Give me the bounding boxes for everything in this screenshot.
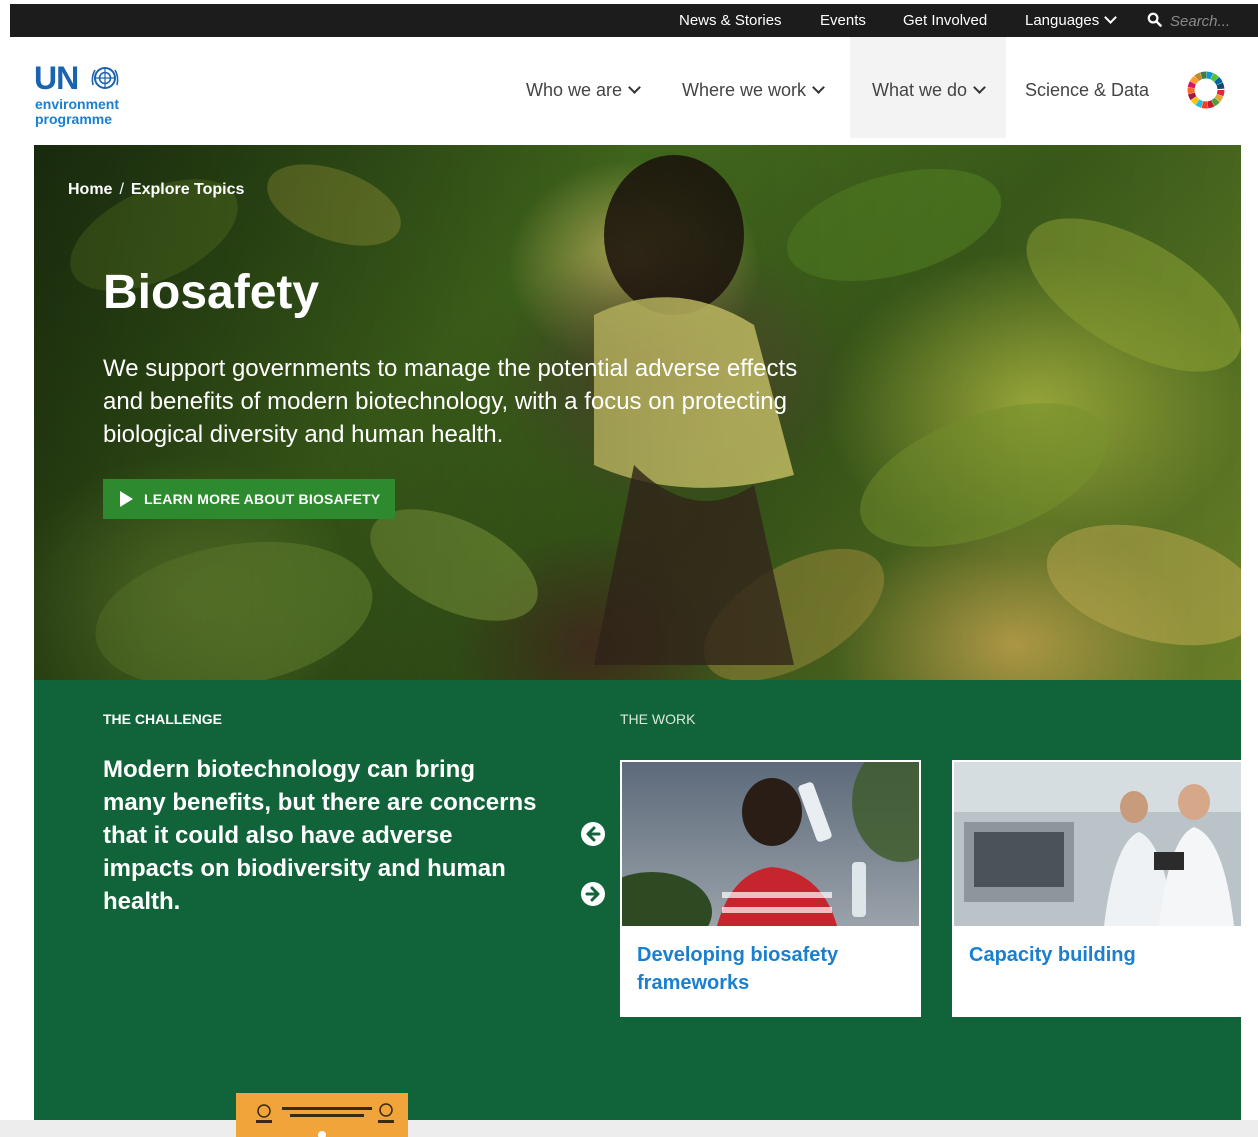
breadcrumb-explore-topics[interactable]: Explore Topics: [131, 181, 245, 198]
sdg-wheel-icon[interactable]: [1186, 70, 1226, 110]
utility-link-get-involved[interactable]: Get Involved: [903, 12, 987, 29]
arrow-left-icon: [586, 826, 601, 842]
nav-where-we-work[interactable]: Where we work: [682, 37, 825, 138]
report-cover-thumbnail[interactable]: [236, 1093, 408, 1137]
nav-science-data[interactable]: Science & Data: [1025, 37, 1149, 138]
languages-dropdown[interactable]: Languages: [1025, 11, 1118, 29]
card-title-capacity-building[interactable]: Capacity building: [969, 941, 1209, 969]
site-header: UN environment programme Who we are Wher…: [0, 37, 1258, 145]
page-title: Biosafety: [103, 266, 320, 319]
card-image-capacity-building: [954, 762, 1241, 926]
logo-line-programme: programme: [35, 111, 113, 127]
search-input[interactable]: [1170, 9, 1254, 33]
arrow-right-icon: [585, 886, 600, 902]
work-card-capacity-building[interactable]: Capacity building: [952, 760, 1241, 1017]
carousel-next-button[interactable]: [581, 882, 605, 906]
nav-label: Where we work: [682, 80, 807, 100]
learn-more-button[interactable]: LEARN MORE ABOUT BIOSAFETY: [103, 479, 395, 519]
nav-label: Science & Data: [1025, 80, 1150, 100]
logo-brand: UN: [34, 60, 79, 96]
breadcrumb-home[interactable]: Home: [68, 181, 112, 198]
work-card-frameworks[interactable]: Developing biosafety frameworks: [620, 760, 921, 1017]
card-image-frameworks: [622, 762, 919, 926]
chevron-down-icon: [812, 81, 825, 94]
play-icon: [120, 491, 133, 507]
chevron-down-icon: [973, 81, 986, 94]
chevron-down-icon: [628, 81, 641, 94]
card-title-frameworks[interactable]: Developing biosafety frameworks: [637, 941, 867, 997]
utility-link-news-stories[interactable]: News & Stories: [679, 12, 782, 29]
nav-label: What we do: [871, 80, 968, 100]
carousel-prev-button[interactable]: [581, 822, 605, 846]
chevron-down-icon: [1104, 11, 1118, 24]
utility-bar: News & Stories Events Get Involved Langu…: [10, 4, 1258, 37]
un-globe-icon: [91, 67, 119, 89]
utility-link-events[interactable]: Events: [820, 12, 866, 29]
hero-content: Home / Explore Topics Biosafety We support…: [34, 145, 1241, 680]
breadcrumb: Home / Explore Topics: [68, 181, 244, 199]
nav-what-we-do[interactable]: What we do: [850, 37, 1006, 138]
bottom-strip: [0, 1120, 1258, 1137]
hero-banner: Home / Explore Topics Biosafety We support…: [34, 145, 1241, 680]
nav-label: Who we are: [526, 80, 623, 100]
breadcrumb-separator: /: [119, 181, 124, 198]
unep-logo[interactable]: UN environment programme: [34, 61, 134, 129]
languages-label: Languages: [1025, 12, 1100, 29]
work-label: THE WORK: [620, 711, 696, 727]
challenge-text: Modern biotechnology can bring many bene…: [103, 756, 537, 915]
learn-more-label: LEARN MORE ABOUT BIOSAFETY: [144, 491, 381, 507]
logo-line-environment: environment: [35, 96, 120, 112]
hero-description: We support governments to manage the pot…: [103, 355, 798, 448]
nav-who-we-are[interactable]: Who we are: [526, 37, 641, 138]
search-icon[interactable]: [1147, 12, 1162, 27]
challenge-work-section: THE CHALLENGE Modern biotechnology can b…: [34, 680, 1241, 1120]
challenge-label: THE CHALLENGE: [103, 711, 222, 727]
